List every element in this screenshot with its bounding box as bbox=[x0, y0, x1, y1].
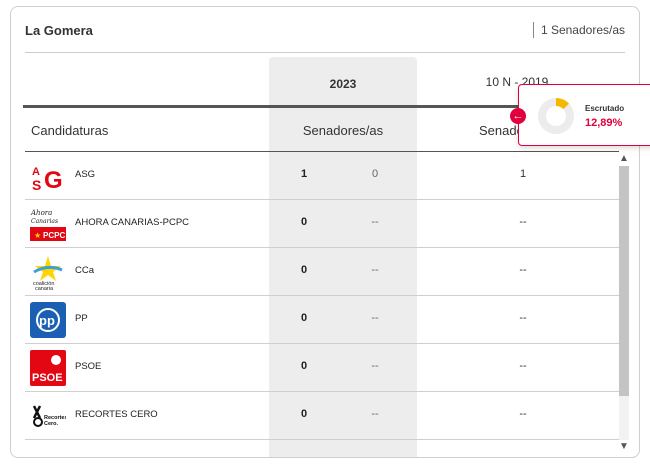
table-row: pp PP 0 -- -- bbox=[25, 296, 619, 344]
table-row: PSOE PSOE 0 -- -- bbox=[25, 344, 619, 392]
escrutado-donut-icon bbox=[538, 98, 574, 134]
escrutado-value: 12,89% bbox=[585, 117, 623, 129]
table-row: A S G ASG 1 0 1 bbox=[25, 152, 619, 200]
table-scrollbar[interactable]: ▲ ▼ bbox=[617, 152, 631, 454]
asg-logo: A S G bbox=[32, 166, 63, 194]
svg-text:PCPC: PCPC bbox=[43, 231, 65, 240]
year-2023-header: 2023 bbox=[329, 77, 357, 91]
seats-2023: 0 bbox=[301, 216, 308, 228]
seats-2023: 1 bbox=[301, 168, 308, 180]
table-row: Ahora Canarias ★ PCPC AHORA CANARIAS-PCP… bbox=[25, 200, 619, 248]
seats-2019: -- bbox=[519, 360, 527, 372]
scroll-down-arrow-icon[interactable]: ▼ bbox=[617, 440, 631, 454]
svg-text:G: G bbox=[44, 167, 63, 194]
seats-difference: -- bbox=[371, 360, 379, 372]
svg-text:S: S bbox=[32, 177, 41, 193]
seats-2019: -- bbox=[519, 216, 527, 228]
seats-2023: 0 bbox=[301, 360, 308, 372]
candidaturas-header: Candidaturas bbox=[31, 123, 109, 138]
table-row: Recortes Cero. RECORTES CERO 0 -- -- bbox=[25, 392, 619, 440]
seats-difference: -- bbox=[371, 264, 379, 276]
seats-2019: -- bbox=[519, 408, 527, 420]
scroll-thumb[interactable] bbox=[619, 166, 629, 396]
escrutado-label: Escrutado bbox=[585, 104, 625, 113]
party-name: PSOE bbox=[75, 361, 102, 372]
results-card: La Gomera 1 Senadores/as 2023 10 N - 201… bbox=[10, 6, 640, 458]
party-name: AHORA CANARIAS-PCPC bbox=[75, 217, 190, 228]
seats-2023: 0 bbox=[301, 264, 308, 276]
coalicion-canaria-logo: coalición canaria bbox=[33, 256, 63, 290]
recortes-cero-logo: Recortes Cero. bbox=[32, 405, 66, 427]
svg-text:canaria: canaria bbox=[35, 286, 54, 290]
seats-difference: 0 bbox=[371, 168, 379, 180]
seats-difference: -- bbox=[371, 312, 379, 324]
svg-text:Canarias: Canarias bbox=[31, 218, 58, 225]
seats-count: 1 Senadores/as bbox=[532, 22, 625, 38]
scroll-up-arrow-icon[interactable]: ▲ bbox=[617, 152, 631, 166]
svg-text:Cero.: Cero. bbox=[44, 421, 59, 427]
table-row: coalición canaria CCa 0 -- -- bbox=[25, 248, 619, 296]
seats-2019: 1 bbox=[519, 168, 527, 180]
seats-2019: -- bbox=[519, 312, 527, 324]
seats-2019: -- bbox=[519, 264, 527, 276]
party-name: CCa bbox=[75, 265, 95, 276]
party-name: ASG bbox=[75, 169, 96, 180]
seats-difference: -- bbox=[371, 216, 379, 228]
party-name: PP bbox=[75, 313, 88, 324]
constituency-title: La Gomera bbox=[25, 23, 93, 38]
svg-text:PSOE: PSOE bbox=[32, 372, 63, 384]
popup-back-arrow-icon[interactable]: ← bbox=[510, 108, 526, 124]
svg-text:Ahora: Ahora bbox=[30, 209, 52, 217]
seats-2023: 0 bbox=[301, 408, 308, 420]
ahora-canarias-pcpc-logo: Ahora Canarias ★ PCPC bbox=[30, 209, 66, 241]
svg-text:★: ★ bbox=[34, 231, 41, 240]
svg-text:pp: pp bbox=[39, 313, 55, 328]
seats-difference: -- bbox=[371, 408, 379, 420]
card-header: La Gomera 1 Senadores/as bbox=[25, 21, 625, 53]
seats-2023: 0 bbox=[301, 312, 308, 324]
results-table: A S G ASG 1 0 1 Ahora Canarias ★ PCPC AH… bbox=[25, 152, 619, 440]
pp-logo: pp bbox=[30, 302, 66, 338]
escrutado-popup: Escrutado 12,89% bbox=[518, 84, 650, 146]
party-name: RECORTES CERO bbox=[75, 409, 158, 420]
psoe-logo: PSOE bbox=[30, 350, 66, 386]
senadores-2023-header: Senadores/as bbox=[302, 123, 384, 138]
scroll-track[interactable] bbox=[619, 166, 629, 440]
